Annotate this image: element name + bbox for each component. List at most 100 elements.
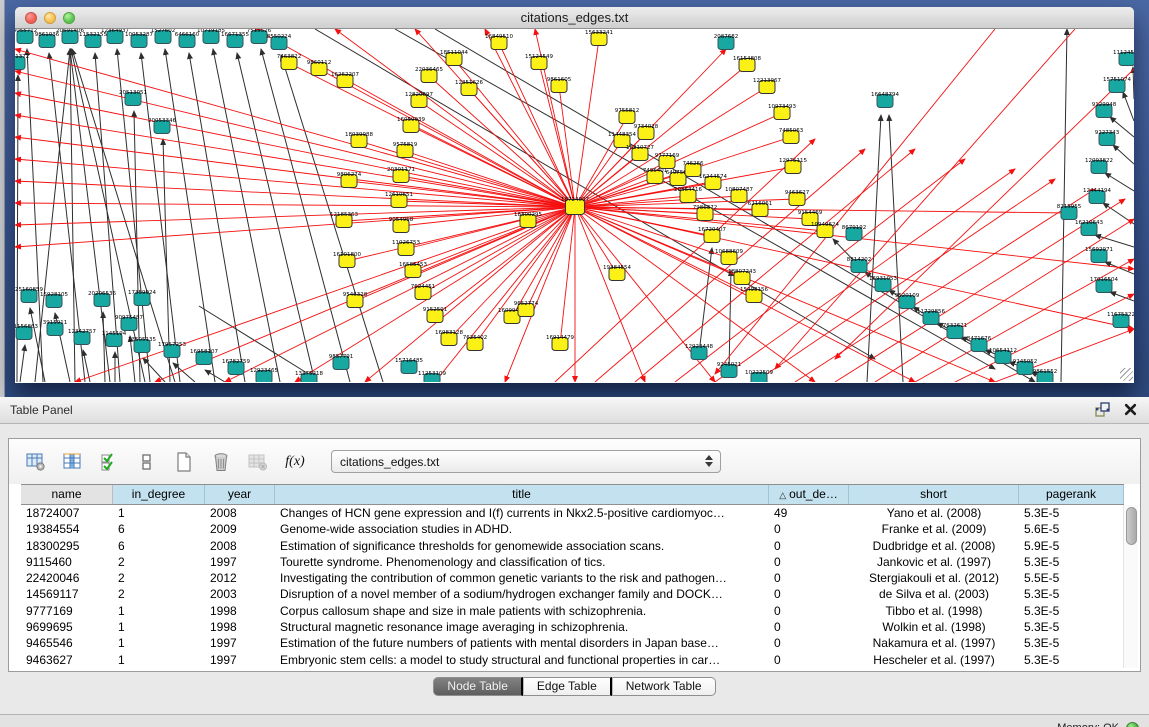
table-cell[interactable]: 2012 bbox=[205, 570, 275, 586]
graph-edge[interactable] bbox=[889, 115, 903, 382]
table-cell[interactable]: 5.3E-5 bbox=[1019, 603, 1124, 619]
column-header-name[interactable]: name bbox=[21, 485, 113, 504]
graph-edge[interactable] bbox=[15, 137, 575, 207]
graph-edge[interactable] bbox=[795, 189, 1095, 382]
table-cell[interactable]: 1 bbox=[113, 619, 205, 635]
window-minimize-button[interactable] bbox=[44, 12, 56, 24]
vertical-scrollbar[interactable] bbox=[1123, 505, 1138, 668]
table-cell[interactable]: 2003 bbox=[205, 586, 275, 602]
graph-edge[interactable] bbox=[165, 49, 215, 382]
graph-edge[interactable] bbox=[575, 207, 995, 382]
graph-edge[interactable] bbox=[575, 207, 645, 382]
graph-edge[interactable] bbox=[1105, 262, 1134, 274]
table-cell[interactable]: 0 bbox=[769, 635, 849, 651]
table-cell[interactable]: Disruption of a novel member of a sodium… bbox=[275, 586, 769, 602]
table-cell[interactable]: Corpus callosum shape and size in male p… bbox=[275, 603, 769, 619]
graph-edge[interactable] bbox=[560, 207, 575, 344]
table-cell[interactable]: Estimation of the future numbers of pati… bbox=[275, 635, 769, 651]
graph-edge[interactable] bbox=[15, 181, 575, 207]
table-cell[interactable]: 5.3E-5 bbox=[1019, 505, 1124, 521]
network-canvas[interactable]: 4055712986103620691406115321551236493710… bbox=[15, 29, 1134, 382]
table-row[interactable]: 911546021997Tourette syndrome. Phenomeno… bbox=[21, 554, 1124, 570]
table-row[interactable]: 977716911998Corpus callosum shape and si… bbox=[21, 603, 1124, 619]
column-header-pagerank[interactable]: pagerank bbox=[1019, 485, 1124, 504]
table-cell[interactable]: 5.5E-5 bbox=[1019, 570, 1124, 586]
graph-edge[interactable] bbox=[281, 55, 383, 382]
table-cell[interactable]: 9463627 bbox=[21, 652, 113, 668]
table-cell[interactable]: 0 bbox=[769, 652, 849, 668]
table-cell[interactable]: 5.9E-5 bbox=[1019, 538, 1124, 554]
selection-mode-icon[interactable] bbox=[97, 449, 123, 475]
table-row[interactable]: 1830029562008Estimation of significance … bbox=[21, 538, 1124, 554]
table-cell[interactable]: Wolkin et al. (1998) bbox=[849, 619, 1019, 635]
table-cell[interactable]: Structural magnetic resonance image aver… bbox=[275, 619, 769, 635]
table-row[interactable]: 1938455462009Genome-wide association stu… bbox=[21, 521, 1124, 537]
table-cell[interactable]: 1998 bbox=[205, 603, 275, 619]
table-cell[interactable]: de Silva et al. (2003) bbox=[849, 586, 1019, 602]
network-window[interactable]: citations_edges.txt 40557129861036206914… bbox=[15, 7, 1134, 383]
tab-edge-table[interactable]: Edge Table bbox=[523, 677, 612, 696]
tab-node-table[interactable]: Node Table bbox=[433, 677, 523, 696]
table-cell[interactable]: 5.3E-5 bbox=[1019, 619, 1124, 635]
table-cell[interactable]: 1997 bbox=[205, 554, 275, 570]
table-cell[interactable]: 0 bbox=[769, 538, 849, 554]
float-panel-icon[interactable] bbox=[1095, 402, 1110, 422]
graph-edge[interactable] bbox=[289, 63, 575, 207]
table-cell[interactable]: Changes of HCN gene expression and I(f) … bbox=[275, 505, 769, 521]
table-cell[interactable]: 6 bbox=[113, 538, 205, 554]
window-close-button[interactable] bbox=[25, 12, 37, 24]
table-row[interactable]: 1872400712008Changes of HCN gene express… bbox=[21, 505, 1124, 521]
table-cell[interactable]: 0 bbox=[769, 521, 849, 537]
table-cell[interactable]: 9465546 bbox=[21, 635, 113, 651]
create-column-icon[interactable] bbox=[171, 449, 197, 475]
table-cell[interactable]: 2008 bbox=[205, 505, 275, 521]
table-row[interactable]: 1456911722003Disruption of a novel membe… bbox=[21, 586, 1124, 602]
window-titlebar[interactable]: citations_edges.txt bbox=[15, 7, 1134, 29]
table-cell[interactable]: 2 bbox=[113, 554, 205, 570]
table-cell[interactable]: 1997 bbox=[205, 635, 275, 651]
table-cell[interactable]: 1 bbox=[113, 635, 205, 651]
graph-edge[interactable] bbox=[1133, 67, 1134, 99]
graph-edge[interactable] bbox=[225, 207, 575, 382]
table-cell[interactable]: Jankovic et al. (1997) bbox=[849, 554, 1019, 570]
table-cell[interactable]: 9699695 bbox=[21, 619, 113, 635]
table-cell[interactable]: 9777169 bbox=[21, 603, 113, 619]
column-header-year[interactable]: year bbox=[205, 485, 275, 504]
table-cell[interactable]: Hescheler et al. (1997) bbox=[849, 652, 1019, 668]
table-cell[interactable]: 5.3E-5 bbox=[1019, 586, 1124, 602]
graph-edge[interactable] bbox=[995, 329, 1134, 382]
table-cell[interactable]: Embryonic stem cells: a model to study s… bbox=[275, 652, 769, 668]
table-cell[interactable]: 6 bbox=[113, 521, 205, 537]
table-cell[interactable]: 2008 bbox=[205, 538, 275, 554]
graph-edge[interactable] bbox=[1113, 145, 1134, 164]
table-cell[interactable]: 49 bbox=[769, 505, 849, 521]
network-graph[interactable]: 4055712986103620691406115321551236493710… bbox=[15, 29, 1134, 382]
table-cell[interactable]: 5.3E-5 bbox=[1019, 652, 1124, 668]
graph-edge[interactable] bbox=[141, 53, 180, 382]
column-header-short[interactable]: short bbox=[849, 485, 1019, 504]
graph-edge[interactable] bbox=[429, 76, 575, 207]
table-cell[interactable]: 0 bbox=[769, 603, 849, 619]
table-cell[interactable]: 1997 bbox=[205, 652, 275, 668]
table-cell[interactable]: 19384554 bbox=[21, 521, 113, 537]
graph-edge[interactable] bbox=[505, 207, 575, 382]
table-cell[interactable]: 5.3E-5 bbox=[1019, 554, 1124, 570]
table-cell[interactable]: 14569117 bbox=[21, 586, 113, 602]
table-cell[interactable]: 0 bbox=[769, 586, 849, 602]
table-cell[interactable]: 0 bbox=[769, 554, 849, 570]
graph-edge[interactable] bbox=[143, 358, 165, 382]
graph-edge[interactable] bbox=[1103, 203, 1134, 224]
tab-network-table[interactable]: Network Table bbox=[612, 677, 716, 696]
delete-table-icon-disabled[interactable] bbox=[245, 449, 271, 475]
table-cell[interactable]: 5.6E-5 bbox=[1019, 521, 1124, 537]
row-height-icon[interactable] bbox=[134, 449, 160, 475]
function-builder-icon[interactable]: f(x) bbox=[282, 449, 308, 475]
splitter-strip[interactable] bbox=[0, 0, 5, 397]
window-zoom-button[interactable] bbox=[63, 12, 75, 24]
table-row[interactable]: 946362711997Embryonic stem cells: a mode… bbox=[21, 652, 1124, 668]
table-cell[interactable]: Genome-wide association studies in ADHD. bbox=[275, 521, 769, 537]
table-cell[interactable]: Yano et al. (2008) bbox=[849, 505, 1019, 521]
table-cell[interactable]: 0 bbox=[769, 619, 849, 635]
table-cell[interactable]: 1 bbox=[113, 505, 205, 521]
table-cell[interactable]: Franke et al. (2009) bbox=[849, 521, 1019, 537]
